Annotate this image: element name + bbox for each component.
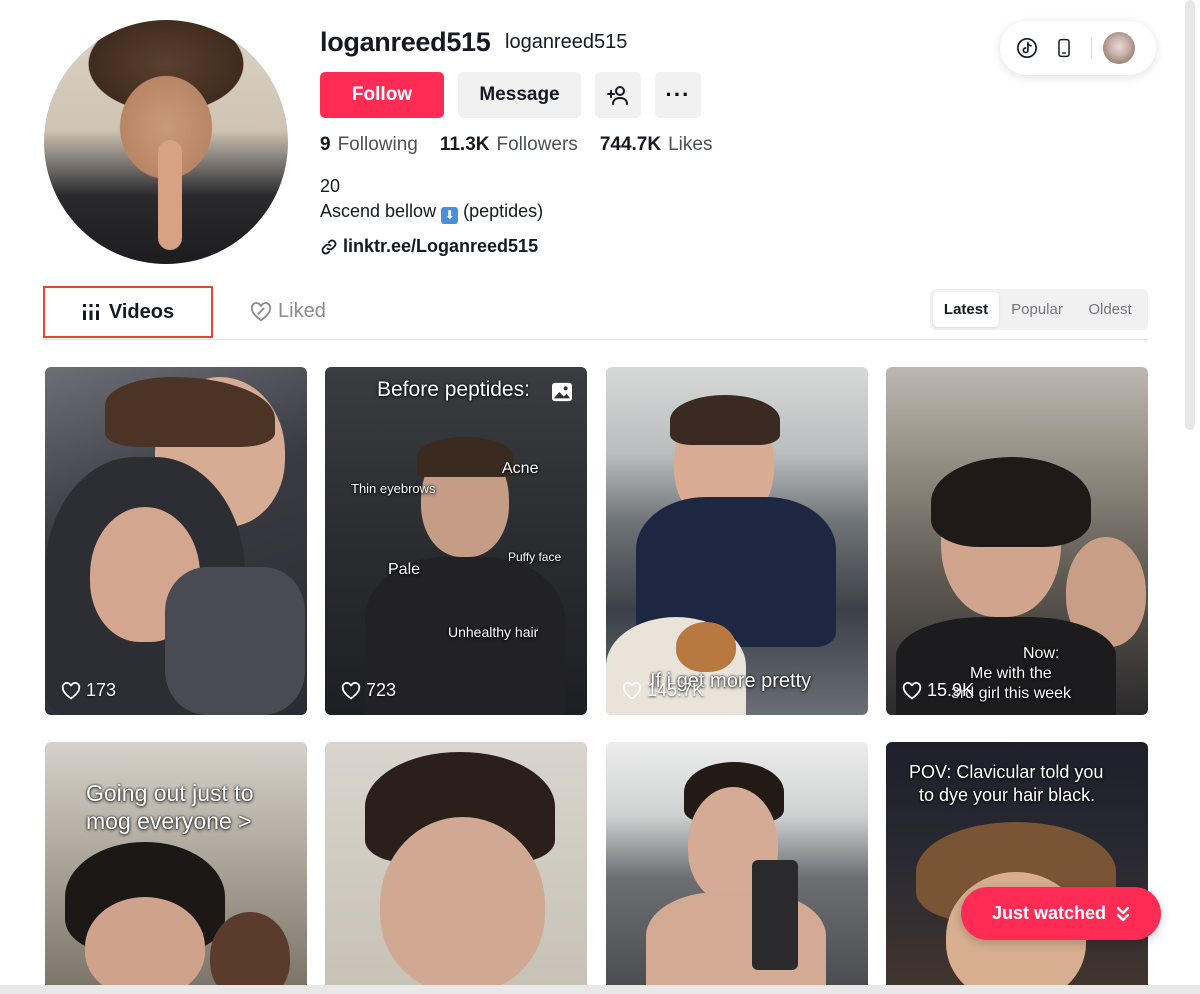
video-caption-line: Now: [1023,645,1060,662]
video-likes: 173 [61,680,116,701]
heart-outline-icon [902,681,922,699]
video-card[interactable]: POV: Clavicular told you to dye your hai… [886,742,1148,988]
video-annotation: Puffy face [508,550,562,564]
heart-outline-icon [341,681,361,699]
heart-outline-icon [61,681,81,699]
bio-line-2: Ascend bellow ⬇ (peptides) [320,199,543,224]
just-watched-button[interactable]: Just watched [961,887,1161,940]
sort-oldest[interactable]: Oldest [1076,292,1144,327]
chevron-double-down-icon [1116,906,1130,921]
video-caption-line: Going out just to [86,780,254,806]
video-likes-count: 15.9K [927,680,975,700]
following-label[interactable]: Following [338,134,418,156]
profile-bio: 20 Ascend bellow ⬇ (peptides) [320,174,543,224]
video-card[interactable]: Going out just to mog everyone > [45,742,307,988]
mobile-app-icon[interactable] [1052,36,1076,60]
video-caption-line: mog everyone > [86,808,252,834]
suggested-accounts-button[interactable] [595,72,641,118]
profile-avatar [44,20,288,264]
sort-control: Latest Popular Oldest [930,289,1148,330]
video-likes-count: 173 [86,680,117,700]
tab-liked-label: Liked [278,300,326,322]
likes-count: 744.7K [599,134,662,155]
more-options-button[interactable]: ··· [655,72,701,118]
video-annotation: Pale [388,561,421,578]
video-card[interactable] [606,742,868,988]
heart-outline-icon [622,681,642,699]
tab-liked[interactable]: Liked [250,300,326,323]
following-count: 9 [320,134,331,155]
link-icon [321,239,337,254]
message-button[interactable]: Message [458,72,581,118]
profile-nickname: loganreed515 [505,31,628,53]
bio-line-1: 20 [320,176,341,196]
follow-button[interactable]: Follow [320,72,444,118]
profile-link-text: linktr.ee/Loganreed515 [343,236,539,256]
more-dots-icon: ··· [665,82,691,107]
video-likes-count: 723 [366,680,397,700]
video-card[interactable]: If i get more pretty 145.7K [606,367,868,715]
video-caption-line: POV: Clavicular told you [909,762,1104,782]
bottom-scrollbar-track [0,985,1200,994]
likes-label: Likes [668,134,713,155]
page-scrollbar[interactable] [1185,0,1195,430]
sort-popular[interactable]: Popular [1002,292,1072,327]
tab-videos-label: Videos [108,300,175,323]
photo-post-icon [552,382,572,402]
bio-text: Ascend bellow [320,201,437,221]
just-watched-label: Just watched [991,903,1107,923]
video-caption: Before peptides: [377,378,530,401]
followers-label[interactable]: Followers [497,134,578,156]
profile-link[interactable]: linktr.ee/Loganreed515 [320,236,538,257]
profile-stats: 9 Following 11.3K Followers 744.7K Likes [320,134,734,156]
video-annotation: Thin eyebrows [351,481,436,496]
liked-heart-icon [250,301,272,321]
video-likes: 723 [341,680,396,701]
sort-latest[interactable]: Latest [933,292,999,327]
user-avatar[interactable] [1103,32,1135,64]
top-actions-bar [1000,21,1156,75]
video-card[interactable]: Before peptides: Acne Thin eyebrows Puff… [325,367,587,715]
followers-count: 11.3K [439,134,490,155]
video-card[interactable]: 173 [45,367,307,715]
down-arrow-emoji-icon: ⬇ [441,207,459,224]
video-card[interactable] [325,742,587,988]
video-caption-line: to dye your hair black. [919,785,1096,805]
video-likes-count: 145.7K [647,680,705,700]
profile-username: loganreed515 [320,27,491,57]
video-card[interactable]: Now: Me with the 3rd girl this week 15.9… [886,367,1148,715]
video-likes: 15.9K [902,680,974,701]
video-annotation: Unhealthy hair [448,624,539,640]
tab-videos[interactable]: Videos [43,286,213,338]
video-caption-line: Me with the [970,665,1052,682]
videos-grid-icon [82,304,99,320]
bio-text-suffix: (peptides) [463,201,544,221]
video-annotation: Acne [502,460,539,477]
tiktok-icon[interactable] [1015,36,1039,60]
video-likes: 145.7K [622,680,704,701]
tab-divider [43,339,1148,340]
add-user-icon [607,86,628,105]
